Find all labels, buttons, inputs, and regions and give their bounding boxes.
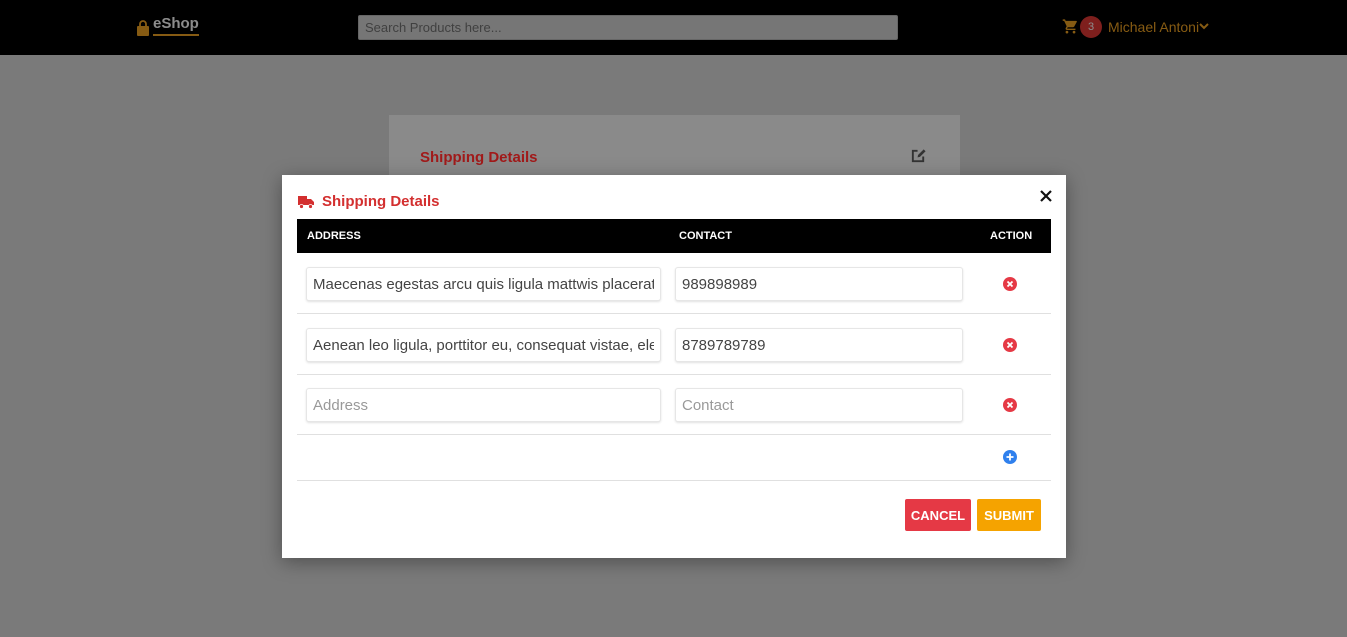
cart-icon[interactable] bbox=[1062, 18, 1079, 35]
search-input[interactable] bbox=[358, 15, 898, 40]
column-header-contact: CONTACT bbox=[679, 230, 732, 242]
cancel-button[interactable]: CANCEL bbox=[905, 499, 971, 531]
cart-count-badge: 3 bbox=[1080, 16, 1102, 38]
user-name[interactable]: Michael Antoni bbox=[1108, 19, 1199, 35]
table-row bbox=[297, 314, 1051, 375]
modal-title: Shipping Details bbox=[322, 193, 440, 210]
table-header: ADDRESS CONTACT ACTION bbox=[297, 219, 1051, 253]
chevron-down-icon[interactable] bbox=[1198, 20, 1210, 32]
logo-text: eShop bbox=[153, 15, 199, 36]
contact-field[interactable] bbox=[675, 267, 963, 301]
edit-icon[interactable] bbox=[910, 147, 927, 164]
logo[interactable]: eShop bbox=[136, 15, 199, 36]
contact-field[interactable] bbox=[675, 328, 963, 362]
remove-circle-icon[interactable] bbox=[1002, 276, 1018, 292]
contact-field[interactable] bbox=[675, 388, 963, 422]
truck-icon bbox=[298, 195, 314, 209]
lock-bag-icon bbox=[137, 20, 149, 36]
add-circle-icon[interactable] bbox=[1002, 449, 1018, 465]
address-field[interactable] bbox=[306, 267, 661, 301]
modal-header: Shipping Details bbox=[298, 193, 440, 210]
add-row-container bbox=[297, 435, 1051, 481]
submit-button[interactable]: SUBMIT bbox=[977, 499, 1041, 531]
remove-circle-icon[interactable] bbox=[1002, 337, 1018, 353]
column-header-action: ACTION bbox=[990, 230, 1033, 242]
top-navbar: eShop 3 Michael Antoni bbox=[0, 0, 1347, 55]
remove-circle-icon[interactable] bbox=[1002, 397, 1018, 413]
shipping-details-modal: Shipping Details ADDRESS CONTACT ACTION bbox=[282, 175, 1066, 558]
column-header-address: ADDRESS bbox=[307, 230, 361, 242]
table-row bbox=[297, 374, 1051, 435]
address-field[interactable] bbox=[306, 328, 661, 362]
close-icon[interactable] bbox=[1039, 189, 1053, 203]
address-field[interactable] bbox=[306, 388, 661, 422]
card-title: Shipping Details bbox=[420, 149, 538, 166]
table-row bbox=[297, 253, 1051, 314]
